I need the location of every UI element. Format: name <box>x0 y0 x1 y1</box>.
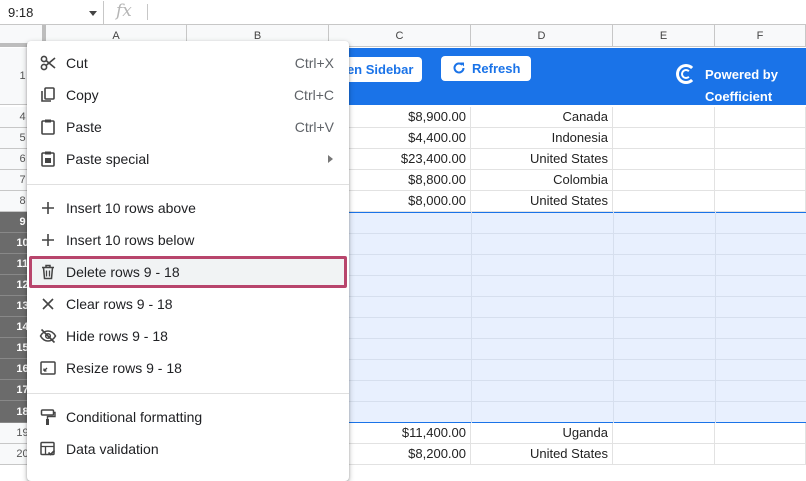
menu-item-conditional-formatting[interactable]: Conditional formatting <box>27 401 349 433</box>
menu-item-delete-rows[interactable]: Delete rows 9 - 18 <box>27 256 349 288</box>
cell-c7[interactable]: $8,800.00 <box>329 170 471 191</box>
refresh-icon <box>453 62 465 74</box>
menu-shortcut: Ctrl+V <box>294 119 334 135</box>
cell-d6[interactable]: United States <box>471 149 613 170</box>
menu-label: Data validation <box>66 441 159 457</box>
menu-item-hide-rows[interactable]: Hide rows 9 - 18 <box>27 320 349 352</box>
cell-f5[interactable] <box>715 128 806 149</box>
cell-e4[interactable] <box>613 107 715 128</box>
coefficient-logo-inner <box>681 69 691 79</box>
submenu-arrow-icon <box>328 155 333 163</box>
cell-c19[interactable]: $11,400.00 <box>329 423 471 444</box>
cell-f4[interactable] <box>715 107 806 128</box>
menu-label: Paste <box>66 119 102 135</box>
close-icon <box>42 298 54 310</box>
refresh-button[interactable]: Refresh <box>441 56 531 81</box>
menu-item-data-validation[interactable]: Data validation <box>27 433 349 465</box>
cell-c20[interactable]: $8,200.00 <box>329 444 471 465</box>
column-header-e[interactable]: E <box>613 25 715 47</box>
cell-d19[interactable]: Uganda <box>471 423 613 444</box>
plus-icon <box>42 234 54 246</box>
menu-divider <box>27 184 349 185</box>
menu-item-copy[interactable]: Copy Ctrl+C <box>27 79 349 111</box>
menu-label: Paste special <box>66 151 150 167</box>
menu-item-insert-below[interactable]: Insert 10 rows below <box>27 224 349 256</box>
menu-label: Conditional formatting <box>66 409 203 425</box>
refresh-label: Refresh <box>472 61 521 76</box>
menu-label: Hide rows 9 - 18 <box>66 328 168 344</box>
powered-by-coefficient: Powered by Coefficient <box>676 64 806 104</box>
menu-label: Clear rows 9 - 18 <box>66 296 173 312</box>
cell-f6[interactable] <box>715 149 806 170</box>
copy-icon <box>41 87 55 102</box>
context-menu: Cut Ctrl+X Copy Ctrl+C Paste Ctrl+V Past… <box>27 41 349 481</box>
formula-bar: 9:18 fx <box>0 0 806 25</box>
column-header-d[interactable]: D <box>471 25 613 47</box>
cell-f19[interactable] <box>715 423 806 444</box>
paint-roller-icon <box>40 409 56 425</box>
eye-off-icon <box>39 328 57 344</box>
clipboard-special-icon <box>41 151 55 167</box>
resize-icon <box>40 361 56 375</box>
cell-c5[interactable]: $4,400.00 <box>329 128 471 149</box>
menu-label: Insert 10 rows below <box>66 232 195 248</box>
cell-c4[interactable]: $8,900.00 <box>329 107 471 128</box>
column-header-f[interactable]: F <box>715 25 806 47</box>
plus-icon <box>42 202 54 214</box>
menu-item-paste-special[interactable]: Paste special <box>27 143 349 175</box>
menu-label: Insert 10 rows above <box>66 200 196 216</box>
cell-d5[interactable]: Indonesia <box>471 128 613 149</box>
menu-label: Delete rows 9 - 18 <box>66 264 180 280</box>
cell-d20[interactable]: United States <box>471 444 613 465</box>
menu-divider <box>27 393 349 394</box>
scissors-icon <box>40 55 56 71</box>
cell-e7[interactable] <box>613 170 715 191</box>
menu-item-paste[interactable]: Paste Ctrl+V <box>27 111 349 143</box>
cell-e20[interactable] <box>613 444 715 465</box>
menu-shortcut: Ctrl+X <box>294 55 334 71</box>
formula-divider <box>147 4 148 20</box>
cell-d8[interactable]: United States <box>471 191 613 212</box>
menu-item-insert-above[interactable]: Insert 10 rows above <box>27 192 349 224</box>
cell-c6[interactable]: $23,400.00 <box>329 149 471 170</box>
cell-c8[interactable]: $8,000.00 <box>329 191 471 212</box>
column-header-c[interactable]: C <box>329 25 471 47</box>
data-validation-icon <box>40 441 56 456</box>
trash-icon <box>42 264 54 280</box>
menu-label: Copy <box>66 87 99 103</box>
cell-e5[interactable] <box>613 128 715 149</box>
cell-e19[interactable] <box>613 423 715 444</box>
menu-label: Resize rows 9 - 18 <box>66 360 182 376</box>
name-box[interactable]: 9:18 <box>0 1 104 24</box>
menu-item-cut[interactable]: Cut Ctrl+X <box>27 47 349 79</box>
chevron-down-icon[interactable] <box>89 11 97 16</box>
fx-icon: fx <box>116 1 132 21</box>
cell-e8[interactable] <box>613 191 715 212</box>
open-sidebar-label: pen Sidebar <box>339 62 414 77</box>
cell-d7[interactable]: Colombia <box>471 170 613 191</box>
cell-f8[interactable] <box>715 191 806 212</box>
name-box-value: 9:18 <box>8 5 34 20</box>
menu-item-clear-rows[interactable]: Clear rows 9 - 18 <box>27 288 349 320</box>
menu-label: Cut <box>66 55 88 71</box>
cell-e6[interactable] <box>613 149 715 170</box>
powered-by-label: Powered by Coefficient <box>705 67 778 104</box>
menu-item-resize-rows[interactable]: Resize rows 9 - 18 <box>27 352 349 384</box>
cell-d4[interactable]: Canada <box>471 107 613 128</box>
clipboard-icon <box>41 119 55 135</box>
menu-shortcut: Ctrl+C <box>293 87 334 103</box>
cell-f7[interactable] <box>715 170 806 191</box>
cell-f20[interactable] <box>715 444 806 465</box>
